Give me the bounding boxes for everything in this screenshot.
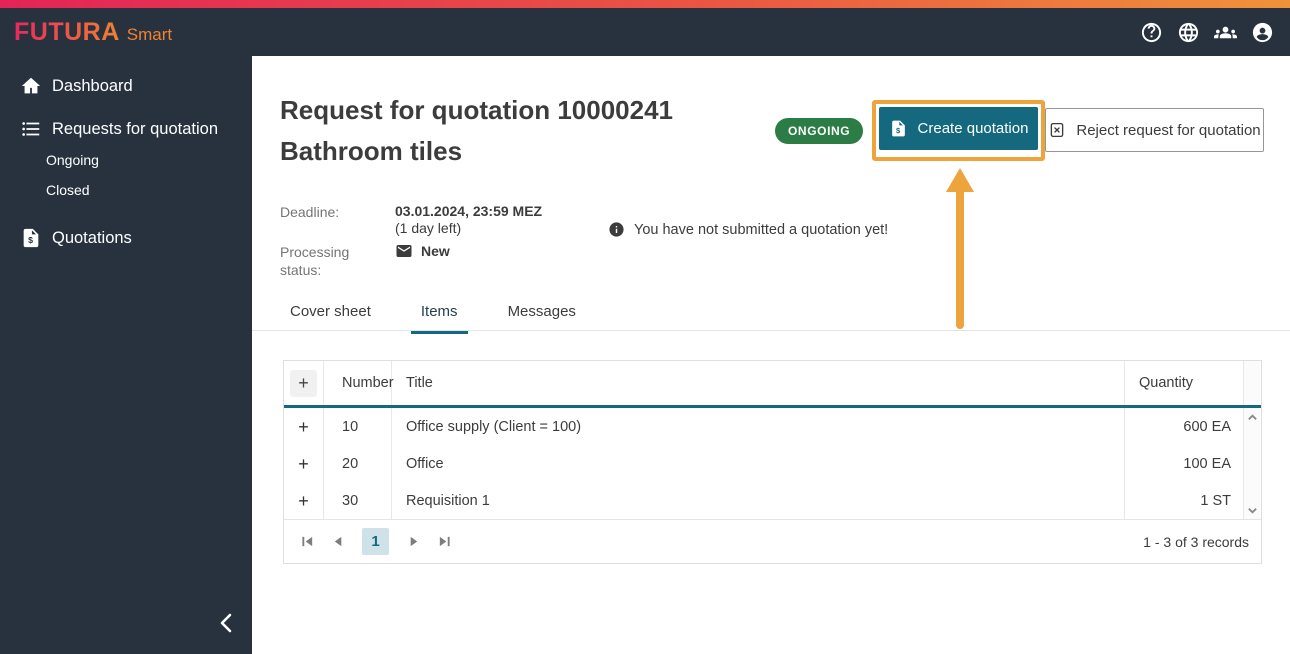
table-row[interactable]: + 20 Office 100 EA <box>284 445 1261 482</box>
processing-status-label: Processing status: <box>280 243 364 279</box>
create-quotation-label: Create quotation <box>918 120 1029 137</box>
sidebar-item-label: Quotations <box>52 229 132 248</box>
quotation-doc-icon: $ <box>20 227 42 249</box>
current-page-button[interactable]: 1 <box>362 528 389 555</box>
table-row[interactable]: + 10 Office supply (Client = 100) 600 EA <box>284 408 1261 445</box>
envelope-icon <box>395 242 413 260</box>
row-title-cell: Office supply (Client = 100) <box>392 408 1125 445</box>
doc-x-icon <box>1048 121 1066 139</box>
header-actions <box>1139 20 1274 44</box>
row-quantity-cell: 100 EA <box>1125 445 1244 482</box>
table-header-row: + Number Title Quantity <box>284 361 1261 408</box>
row-expand-cell: + <box>284 445 324 482</box>
info-icon <box>608 221 625 238</box>
scroll-up-icon[interactable] <box>1245 411 1259 423</box>
table-scrollbar-track[interactable] <box>1244 445 1260 482</box>
tab-messages[interactable]: Messages <box>498 297 586 334</box>
expand-row-button[interactable]: + <box>298 492 309 510</box>
groups-icon[interactable] <box>1213 20 1237 44</box>
sidebar-item-ongoing[interactable]: Ongoing <box>46 152 99 168</box>
last-page-button[interactable] <box>437 535 451 549</box>
expand-row-button[interactable]: + <box>298 455 309 473</box>
tab-bar: Cover sheet Items Messages <box>280 297 586 334</box>
expand-all-button[interactable]: + <box>290 370 317 397</box>
top-gradient-strip <box>0 0 1290 8</box>
sidebar-item-label: Dashboard <box>52 77 133 96</box>
account-icon[interactable] <box>1250 20 1274 44</box>
table-scrollbar[interactable] <box>1244 482 1260 519</box>
table-header-quantity[interactable]: Quantity <box>1125 361 1244 405</box>
app-logo: FUTURA Smart <box>14 18 172 47</box>
scroll-down-icon[interactable] <box>1245 504 1259 516</box>
tab-cover-sheet[interactable]: Cover sheet <box>280 297 381 334</box>
expand-row-button[interactable]: + <box>298 418 309 436</box>
row-quantity-cell: 600 EA <box>1125 408 1244 445</box>
sidebar-item-requests-for-quotation[interactable]: Requests for quotation <box>0 111 252 147</box>
table-header-scroll-spacer <box>1244 361 1260 405</box>
row-expand-cell: + <box>284 482 324 519</box>
tab-divider <box>252 330 1290 331</box>
status-badge: ONGOING <box>775 118 863 144</box>
previous-page-icon <box>332 535 345 548</box>
row-title-cell: Office <box>392 445 1125 482</box>
deadline-label: Deadline: <box>280 203 339 221</box>
page-title-line2: Bathroom tiles <box>280 136 462 166</box>
sidebar-item-closed[interactable]: Closed <box>46 182 90 198</box>
main-content: Request for quotation 10000241 Bathroom … <box>252 56 1290 654</box>
sidebar-item-quotations[interactable]: $ Quotations <box>0 220 252 256</box>
quote-doc-icon: $ <box>889 119 908 138</box>
records-count: 1 - 3 of 3 records <box>1143 534 1249 550</box>
sidebar: Dashboard Requests for quotation Ongoing… <box>0 56 252 654</box>
sidebar-item-label: Requests for quotation <box>52 120 218 139</box>
page-title-line1: Request for quotation 10000241 <box>280 95 673 125</box>
svg-text:$: $ <box>28 235 33 245</box>
list-icon <box>20 118 42 140</box>
items-table: + Number Title Quantity + 10 Office supp… <box>283 360 1262 564</box>
next-page-button[interactable] <box>406 535 420 549</box>
row-number-cell: 20 <box>324 445 392 482</box>
home-icon <box>20 75 42 97</box>
brand-suffix: Smart <box>127 25 172 45</box>
table-row[interactable]: + 30 Requisition 1 1 ST <box>284 482 1261 519</box>
next-page-icon <box>407 535 420 548</box>
sidebar-item-dashboard[interactable]: Dashboard <box>0 68 252 104</box>
processing-status-text: New <box>421 243 450 259</box>
previous-page-button[interactable] <box>331 535 345 549</box>
table-header-title[interactable]: Title <box>392 361 1125 405</box>
create-quotation-button[interactable]: $ Create quotation <box>879 107 1038 150</box>
row-title-cell: Requisition 1 <box>392 482 1125 519</box>
help-icon[interactable] <box>1139 20 1163 44</box>
annotation-highlight-box: $ Create quotation <box>872 100 1045 161</box>
deadline-note: (1 day left) <box>395 220 461 236</box>
row-number-cell: 30 <box>324 482 392 519</box>
language-icon[interactable] <box>1176 20 1200 44</box>
table-header-number[interactable]: Number <box>324 361 392 405</box>
deadline-value: 03.01.2024, 23:59 MEZ <box>395 203 542 219</box>
info-message-text: You have not submitted a quotation yet! <box>634 222 888 238</box>
first-page-button[interactable] <box>300 535 314 549</box>
table-scrollbar[interactable] <box>1244 408 1260 445</box>
annotation-arrow-icon <box>943 168 977 332</box>
row-quantity-cell: 1 ST <box>1125 482 1244 519</box>
reject-request-label: Reject request for quotation <box>1076 122 1260 139</box>
tab-items[interactable]: Items <box>411 297 468 334</box>
info-message: You have not submitted a quotation yet! <box>608 221 888 238</box>
reject-request-button[interactable]: Reject request for quotation <box>1045 108 1264 152</box>
brand-name: FUTURA <box>14 18 120 47</box>
pagination-controls: 1 <box>300 528 451 555</box>
table-pagination: 1 1 - 3 of 3 records <box>284 519 1261 563</box>
app-header: FUTURA Smart <box>0 8 1290 56</box>
last-page-icon <box>438 535 451 548</box>
chevron-left-icon <box>218 612 234 634</box>
first-page-icon <box>301 535 314 548</box>
table-header-expand: + <box>284 361 324 405</box>
processing-status-value: New <box>395 242 450 260</box>
row-number-cell: 10 <box>324 408 392 445</box>
page-title: Request for quotation 10000241 Bathroom … <box>280 90 673 172</box>
sidebar-collapse-button[interactable] <box>206 606 246 640</box>
row-expand-cell: + <box>284 408 324 445</box>
